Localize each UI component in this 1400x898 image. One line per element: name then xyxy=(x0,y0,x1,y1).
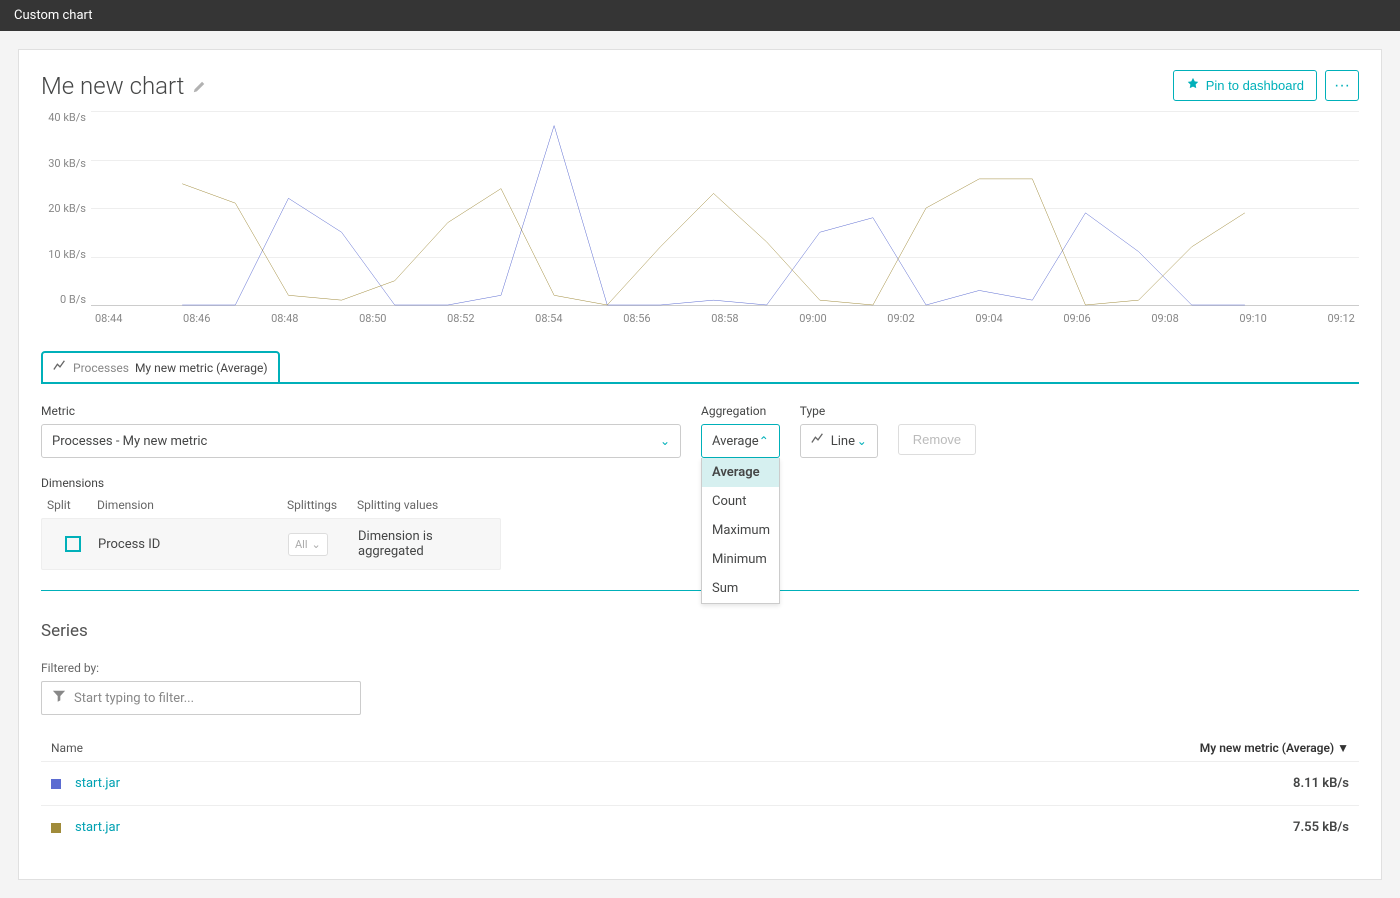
aggregation-value: Average xyxy=(712,434,759,449)
x-tick: 09:02 xyxy=(887,312,914,325)
x-tick: 09:08 xyxy=(1151,312,1178,325)
page-title: Me new chart xyxy=(41,72,206,100)
y-tick: 10 kB/s xyxy=(41,248,86,261)
x-tick: 09:12 xyxy=(1327,312,1354,325)
series-heading: Series xyxy=(41,621,1359,641)
chart-card: Me new chart Pin to dashboard ··· 40 kB/… xyxy=(18,49,1382,880)
x-tick: 09:00 xyxy=(799,312,826,325)
series-row: start.jar 7.55 kB/s xyxy=(41,805,1359,849)
line-icon xyxy=(811,432,825,450)
pin-icon xyxy=(1186,77,1200,94)
chart-plot: 40 kB/s30 kB/s20 kB/s10 kB/s0 B/s 08:440… xyxy=(91,111,1359,331)
x-tick: 08:44 xyxy=(95,312,122,325)
series-value: 8.11 kB/s xyxy=(1293,776,1349,791)
dimension-name: Process ID xyxy=(98,537,288,552)
pin-label: Pin to dashboard xyxy=(1206,78,1304,93)
y-tick: 20 kB/s xyxy=(41,202,86,215)
tab-metric-label: My new metric (Average) xyxy=(135,361,268,375)
filter-placeholder: Start typing to filter... xyxy=(74,691,194,706)
plot-canvas xyxy=(91,111,1359,305)
type-label: Type xyxy=(800,404,878,418)
filter-label: Filtered by: xyxy=(41,661,1359,675)
x-tick: 08:54 xyxy=(535,312,562,325)
chevron-up-icon: ⌃ xyxy=(759,434,769,448)
x-tick: 09:04 xyxy=(975,312,1002,325)
series-line xyxy=(182,179,1245,305)
aggregation-dropdown: AverageCountMaximumMinimumSum xyxy=(701,458,780,604)
aggregation-option[interactable]: Minimum xyxy=(702,545,779,574)
line-icon xyxy=(53,359,67,376)
splittings-select[interactable]: All⌄ xyxy=(288,533,328,556)
x-tick: 08:50 xyxy=(359,312,386,325)
type-value: Line xyxy=(831,434,855,449)
col-dimension: Dimension xyxy=(97,498,287,512)
chevron-down-icon: ⌄ xyxy=(857,434,867,448)
col-split: Split xyxy=(47,498,97,512)
section-divider xyxy=(41,590,1359,591)
aggregation-option[interactable]: Maximum xyxy=(702,516,779,545)
series-col-metric[interactable]: My new metric (Average) ▼ xyxy=(1200,741,1349,755)
type-select[interactable]: Line ⌄ xyxy=(800,424,878,458)
chevron-down-icon: ⌄ xyxy=(660,434,670,448)
aggregation-option[interactable]: Average xyxy=(702,458,779,487)
series-swatch xyxy=(51,823,61,833)
chevron-down-icon: ⌄ xyxy=(312,538,321,551)
dimensions-label: Dimensions xyxy=(41,476,501,490)
chart-title-text: Me new chart xyxy=(41,72,184,100)
series-name-link[interactable]: start.jar xyxy=(75,820,120,835)
series-name-link[interactable]: start.jar xyxy=(75,776,120,791)
series-row: start.jar 8.11 kB/s xyxy=(41,761,1359,805)
x-tick: 09:06 xyxy=(1063,312,1090,325)
split-checkbox[interactable] xyxy=(65,536,81,552)
splitting-values-text: Dimension is aggregated xyxy=(358,529,494,559)
topbar: Custom chart xyxy=(0,0,1400,31)
x-tick: 08:58 xyxy=(711,312,738,325)
x-axis-labels: 08:44 08:46 08:48 08:50 08:52 08:54 08:56 08:58… xyxy=(91,312,1359,325)
x-tick: 08:46 xyxy=(183,312,210,325)
more-actions-button[interactable]: ··· xyxy=(1325,70,1359,101)
x-tick: 09:10 xyxy=(1239,312,1266,325)
edit-title-icon[interactable] xyxy=(192,72,206,100)
dimension-row: Process ID All⌄ Dimension is aggregated xyxy=(41,518,501,570)
filter-input[interactable]: Start typing to filter... xyxy=(41,681,361,715)
aggregation-option[interactable]: Count xyxy=(702,487,779,516)
remove-button[interactable]: Remove xyxy=(898,424,976,455)
tab-group-label: Processes xyxy=(73,361,129,375)
metric-label: Metric xyxy=(41,404,681,418)
y-tick: 40 kB/s xyxy=(41,111,86,124)
series-col-name[interactable]: Name xyxy=(51,741,83,755)
x-tick: 08:56 xyxy=(623,312,650,325)
metric-tab[interactable]: Processes My new metric (Average) xyxy=(41,351,280,384)
topbar-title: Custom chart xyxy=(14,8,93,23)
x-tick: 08:48 xyxy=(271,312,298,325)
series-swatch xyxy=(51,779,61,789)
y-tick: 30 kB/s xyxy=(41,157,86,170)
col-splittings: Splittings xyxy=(287,498,357,512)
metric-select-value: Processes - My new metric xyxy=(52,434,207,449)
metric-select[interactable]: Processes - My new metric ⌄ xyxy=(41,424,681,458)
aggregation-select[interactable]: Average ⌃ xyxy=(701,424,780,458)
filter-icon xyxy=(52,689,66,707)
y-axis-labels: 40 kB/s 30 kB/s 20 kB/s 10 kB/s 0 B/s xyxy=(41,111,86,306)
y-tick: 0 B/s xyxy=(41,293,86,306)
aggregation-label: Aggregation xyxy=(701,404,780,418)
col-splitting-values: Splitting values xyxy=(357,498,495,512)
series-line xyxy=(182,126,1245,305)
aggregation-option[interactable]: Sum xyxy=(702,574,779,603)
x-tick: 08:52 xyxy=(447,312,474,325)
series-value: 7.55 kB/s xyxy=(1293,820,1349,835)
pin-to-dashboard-button[interactable]: Pin to dashboard xyxy=(1173,70,1317,101)
